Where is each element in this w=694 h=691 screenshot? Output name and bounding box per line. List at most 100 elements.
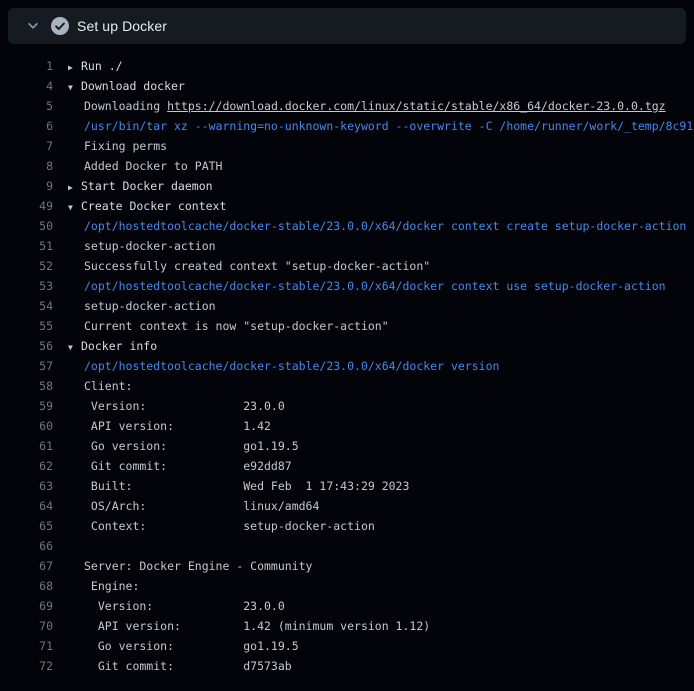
log-line: 54 setup-docker-action <box>0 296 694 316</box>
line-number[interactable]: 55 <box>0 316 53 336</box>
group-collapsed-icon[interactable]: ▶ <box>68 58 81 78</box>
log-command: /opt/hostedtoolcache/docker-stable/23.0.… <box>84 356 499 376</box>
log-command: /opt/hostedtoolcache/docker-stable/23.0.… <box>84 276 666 296</box>
line-number[interactable]: 60 <box>0 416 53 436</box>
log-line: 70 API version: 1.42 (minimum version 1.… <box>0 616 694 636</box>
line-number[interactable]: 64 <box>0 496 53 516</box>
line-number[interactable]: 1 <box>0 56 53 76</box>
line-number[interactable]: 70 <box>0 616 53 636</box>
group-title: Run ./ <box>81 59 123 73</box>
log-text: API version: 1.42 (minimum version 1.12) <box>84 616 430 636</box>
log-text: Git commit: d7573ab <box>84 656 292 676</box>
log-text: Version: 23.0.0 <box>84 596 285 616</box>
group-expanded-icon[interactable]: ▼ <box>68 338 81 358</box>
log-group-line[interactable]: 49 ▼Create Docker context <box>0 196 694 216</box>
line-number[interactable]: 71 <box>0 636 53 656</box>
log-text: Current context is now "setup-docker-act… <box>84 316 389 336</box>
line-number[interactable]: 52 <box>0 256 53 276</box>
line-number[interactable]: 62 <box>0 456 53 476</box>
log-line: 69 Version: 23.0.0 <box>0 596 694 616</box>
line-number[interactable]: 49 <box>0 196 53 216</box>
line-number[interactable]: 6 <box>0 116 53 136</box>
line-number[interactable]: 66 <box>0 536 53 556</box>
group-title: Docker info <box>81 339 157 353</box>
line-number[interactable]: 59 <box>0 396 53 416</box>
log-line: 68 Engine: <box>0 576 694 596</box>
log-line: 67 Server: Docker Engine - Community <box>0 556 694 576</box>
log-link[interactable]: https://download.docker.com/linux/static… <box>167 99 666 113</box>
line-number[interactable]: 68 <box>0 576 53 596</box>
log-text: Engine: <box>84 576 139 596</box>
group-title: Download docker <box>81 79 185 93</box>
line-number[interactable]: 57 <box>0 356 53 376</box>
log-line: 52 Successfully created context "setup-do… <box>0 256 694 276</box>
line-number[interactable]: 54 <box>0 296 53 316</box>
log-text: OS/Arch: linux/amd64 <box>84 496 319 516</box>
log-text: Server: Docker Engine - Community <box>84 556 312 576</box>
log-line: 59 Version: 23.0.0 <box>0 396 694 416</box>
log-line: 5 Downloading https://download.docker.com… <box>0 96 694 116</box>
group-title: Start Docker daemon <box>81 179 213 193</box>
log-line: 71 Go version: go1.19.5 <box>0 636 694 656</box>
step-header[interactable]: Set up Docker <box>8 8 686 44</box>
log-group-line[interactable]: 9 ▶Start Docker daemon <box>0 176 694 196</box>
line-number[interactable]: 5 <box>0 96 53 116</box>
line-number[interactable]: 4 <box>0 76 53 96</box>
line-number[interactable]: 61 <box>0 436 53 456</box>
log-lines: 1▶Run ./4▼Download docker5Downloading ht… <box>0 44 694 676</box>
line-number[interactable]: 72 <box>0 656 53 676</box>
log-line: 6/usr/bin/tar xz --warning=no-unknown-ke… <box>0 116 694 136</box>
group-expanded-icon[interactable]: ▼ <box>68 198 81 218</box>
log-line: 72 Git commit: d7573ab <box>0 656 694 676</box>
log-text: Downloading https://download.docker.com/… <box>84 96 666 116</box>
log-text: Version: 23.0.0 <box>84 396 285 416</box>
check-circle-icon <box>51 17 69 35</box>
line-number[interactable]: 69 <box>0 596 53 616</box>
line-number[interactable]: 8 <box>0 156 53 176</box>
log-line: 50/opt/hostedtoolcache/docker-stable/23.… <box>0 216 694 236</box>
step-title: Set up Docker <box>77 18 167 34</box>
log-command: /usr/bin/tar xz --warning=no-unknown-key… <box>84 116 693 136</box>
group-expanded-icon[interactable]: ▼ <box>68 78 81 98</box>
log-line: 60 API version: 1.42 <box>0 416 694 436</box>
log-line: 53/opt/hostedtoolcache/docker-stable/23.… <box>0 276 694 296</box>
log-line: 61 Go version: go1.19.5 <box>0 436 694 456</box>
log-command: /opt/hostedtoolcache/docker-stable/23.0.… <box>84 216 686 236</box>
chevron-down-icon[interactable] <box>26 19 40 33</box>
log-text: Fixing perms <box>84 136 167 156</box>
log-line: 63 Built: Wed Feb 1 17:43:29 2023 <box>0 476 694 496</box>
log-text: Added Docker to PATH <box>84 156 222 176</box>
log-line: 66 <box>0 536 694 556</box>
log-text: Git commit: e92dd87 <box>84 456 292 476</box>
line-number[interactable]: 9 <box>0 176 53 196</box>
log-text: Client: <box>84 376 132 396</box>
log-line: 57/opt/hostedtoolcache/docker-stable/23.… <box>0 356 694 376</box>
group-title: Create Docker context <box>81 199 226 213</box>
line-number[interactable]: 63 <box>0 476 53 496</box>
log-text: Context: setup-docker-action <box>84 516 375 536</box>
log-text: setup-docker-action <box>84 236 216 256</box>
line-number[interactable]: 50 <box>0 216 53 236</box>
log-text: Built: Wed Feb 1 17:43:29 2023 <box>84 476 409 496</box>
log-text: setup-docker-action <box>84 296 216 316</box>
log-text: Successfully created context "setup-dock… <box>84 256 430 276</box>
line-number[interactable]: 7 <box>0 136 53 156</box>
line-number[interactable]: 56 <box>0 336 53 356</box>
line-number[interactable]: 51 <box>0 236 53 256</box>
log-group-line[interactable]: 56 ▼Docker info <box>0 336 694 356</box>
log-line: 58 Client: <box>0 376 694 396</box>
log-text: API version: 1.42 <box>84 416 271 436</box>
line-number[interactable]: 53 <box>0 276 53 296</box>
log-line: 64 OS/Arch: linux/amd64 <box>0 496 694 516</box>
log-group-line[interactable]: 1 ▶Run ./ <box>0 56 694 76</box>
log-group-line[interactable]: 4 ▼Download docker <box>0 76 694 96</box>
group-collapsed-icon[interactable]: ▶ <box>68 178 81 198</box>
log-line: 8 Added Docker to PATH <box>0 156 694 176</box>
line-number[interactable]: 58 <box>0 376 53 396</box>
log-line: 65 Context: setup-docker-action <box>0 516 694 536</box>
log-line: 51 setup-docker-action <box>0 236 694 256</box>
log-line: 62 Git commit: e92dd87 <box>0 456 694 476</box>
line-number[interactable]: 65 <box>0 516 53 536</box>
log-line: 55 Current context is now "setup-docker-a… <box>0 316 694 336</box>
line-number[interactable]: 67 <box>0 556 53 576</box>
